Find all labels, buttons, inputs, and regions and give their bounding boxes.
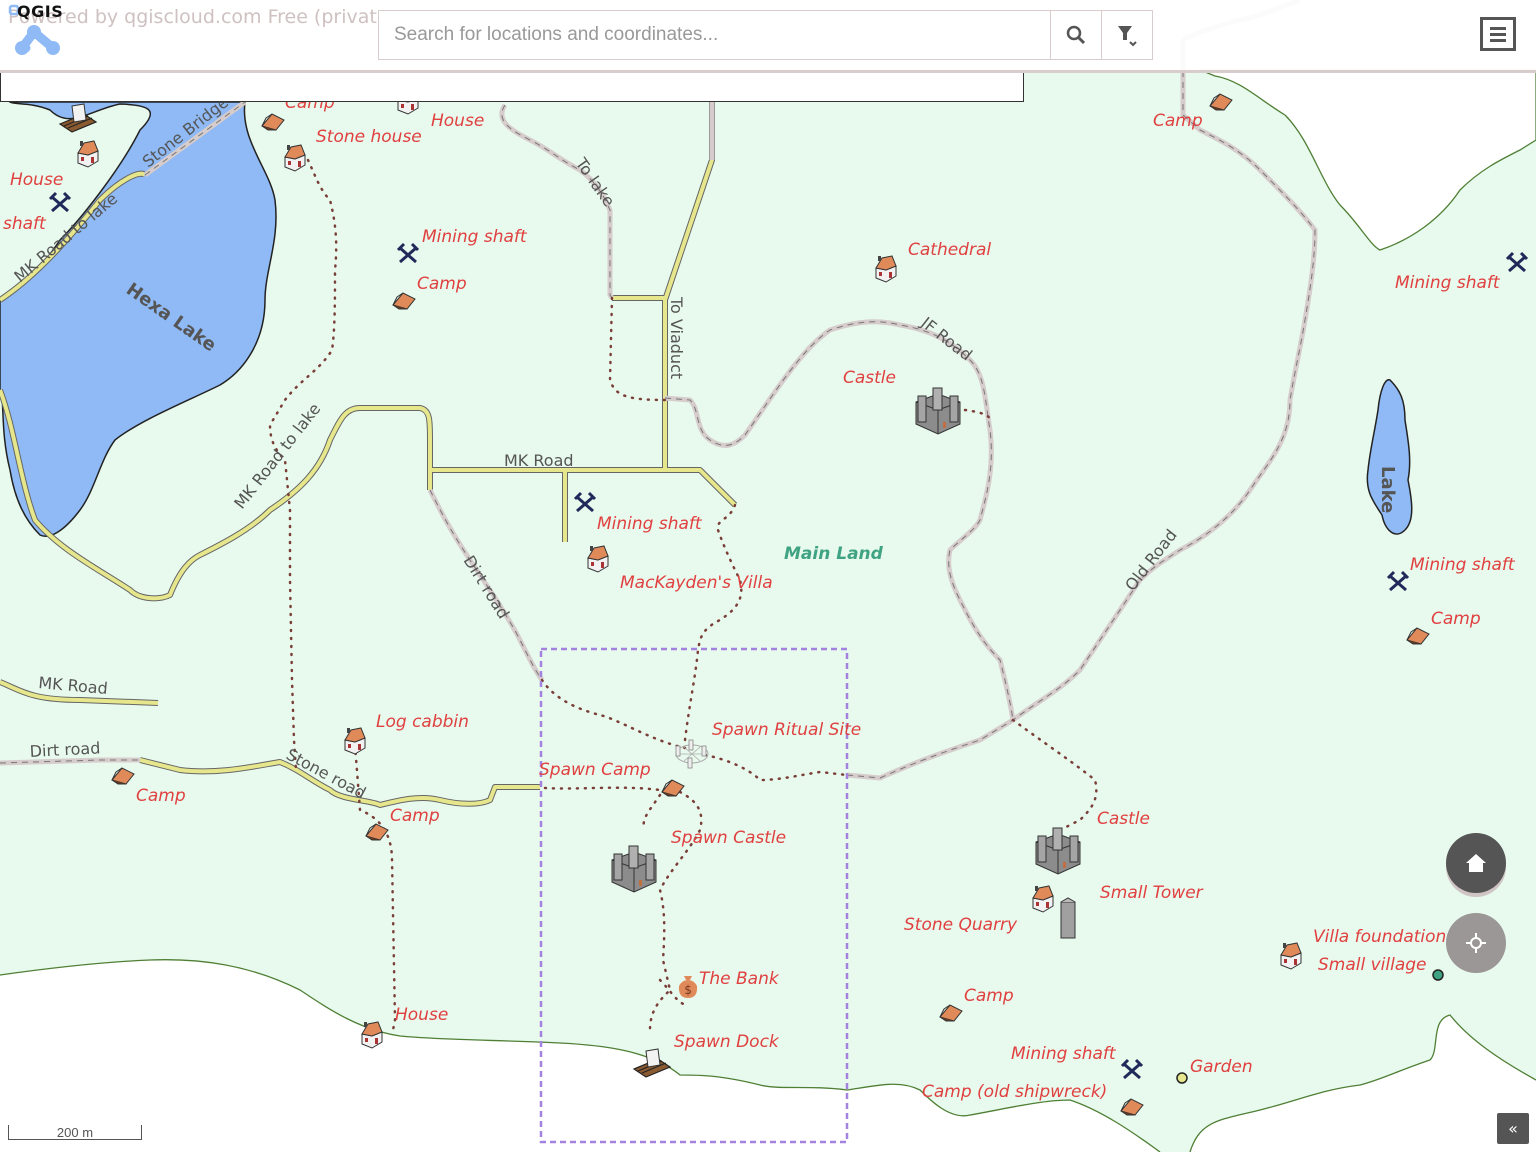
place-label[interactable]: Mining shaft [422, 227, 528, 247]
village-dot-icon [1432, 969, 1444, 981]
house-icon [284, 144, 306, 172]
filter-icon [1118, 26, 1137, 47]
place-label[interactable]: Spawn Dock [674, 1032, 780, 1052]
house-icon [1032, 885, 1054, 913]
place-label[interactable]: Villa foundation [1313, 927, 1446, 947]
search-bar [378, 10, 1153, 60]
place-label[interactable]: Camp [136, 786, 186, 806]
place-label[interactable]: Small village [1318, 955, 1427, 975]
road-label: Dirt road [29, 738, 101, 761]
hamburger-line [1490, 32, 1506, 36]
place-label[interactable]: House [395, 1005, 448, 1025]
top-bar: Powered by qgiscloud.com Free (private Q… [0, 0, 1536, 73]
hamburger-menu-icon [1490, 26, 1506, 30]
place-label[interactable]: Castle [843, 368, 896, 388]
place-label[interactable]: Camp [390, 806, 440, 826]
map-canvas[interactable]: $ [0, 0, 1536, 1152]
info-panel [0, 70, 1024, 102]
place-label[interactable]: Camp (old shipwreck) [922, 1082, 1107, 1102]
road-label: To Viaduct [667, 296, 686, 379]
place-label[interactable]: Spawn Ritual Site [712, 720, 861, 740]
place-label[interactable]: The Bank [699, 969, 780, 989]
place-label[interactable]: Spawn Castle [671, 828, 786, 848]
place-label[interactable]: Mining shaft [1410, 555, 1516, 575]
search-input[interactable] [379, 11, 1050, 59]
home-button[interactable] [1446, 833, 1506, 893]
place-label[interactable]: Camp [417, 274, 467, 294]
house-icon [77, 140, 99, 168]
road-label: MK Road [504, 451, 574, 470]
tower-icon [1060, 897, 1076, 939]
place-label[interactable]: Mining shaft [597, 514, 703, 534]
place-label[interactable]: Camp [1153, 111, 1203, 131]
place-label[interactable]: Cathedral [908, 240, 991, 260]
place-label[interactable]: Log cabbin [376, 712, 469, 732]
scale-label: 200 m [56, 1125, 94, 1140]
place-label[interactable]: House [10, 170, 63, 190]
hamburger-line [1490, 38, 1506, 42]
place-label[interactable]: Spawn Camp [539, 760, 651, 780]
place-label[interactable]: Mining shaft [1011, 1044, 1117, 1064]
house-icon [587, 545, 609, 573]
house-icon [875, 255, 897, 283]
locate-button[interactable] [1446, 913, 1506, 973]
house-icon [1280, 942, 1302, 970]
house-icon [361, 1021, 383, 1049]
place-label[interactable]: MacKayden's Villa [620, 573, 773, 593]
menu-button[interactable] [1480, 17, 1516, 51]
region-label: Main Land [784, 544, 884, 564]
home-icon [1466, 854, 1486, 872]
logo-text: QGIS [17, 2, 64, 21]
place-label[interactable]: Mining shaft [1395, 273, 1501, 293]
garden-dot-icon [1176, 1072, 1188, 1084]
place-label[interactable]: Garden [1190, 1057, 1253, 1077]
house-icon [344, 727, 366, 755]
place-label[interactable]: House [431, 111, 484, 131]
crosshair-icon [1466, 933, 1486, 953]
place-label[interactable]: shaft [3, 214, 47, 234]
lake-label: Lake [1377, 466, 1398, 513]
place-label[interactable]: Small Tower [1100, 883, 1204, 903]
place-label[interactable]: Camp [964, 986, 1014, 1006]
place-label[interactable]: Camp [1431, 609, 1481, 629]
search-icon [1066, 25, 1086, 45]
search-button[interactable] [1050, 11, 1101, 59]
filter-button[interactable] [1101, 11, 1152, 59]
place-label[interactable]: Castle [1097, 809, 1150, 829]
collapse-panel-button[interactable]: « [1497, 1113, 1529, 1144]
place-label[interactable]: Stone house [316, 127, 422, 147]
place-label[interactable]: Stone Quarry [904, 915, 1018, 935]
